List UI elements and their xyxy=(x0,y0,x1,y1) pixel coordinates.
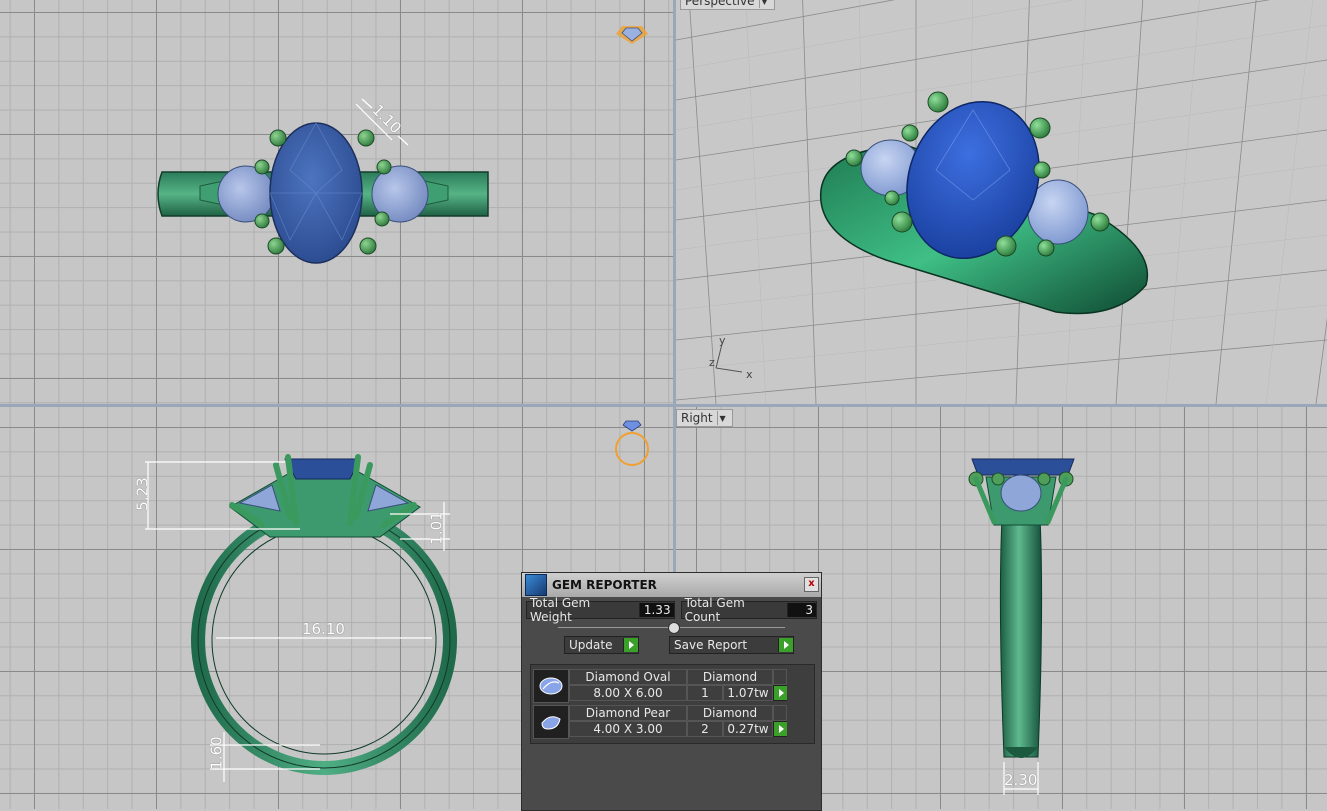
gem-reporter-title: GEM REPORTER xyxy=(552,578,657,592)
dimension-front-height: 5.23 xyxy=(133,477,152,511)
gem-material: Diamond xyxy=(687,669,773,685)
perspective-viewport[interactable]: x y z Perspective ▼ xyxy=(676,0,1327,404)
dimension-front-gap: 1.01 xyxy=(427,511,446,545)
total-gem-weight: Total Gem Weight 1.33 xyxy=(526,596,675,624)
play-icon xyxy=(623,638,638,652)
gem-row-oval[interactable]: Diamond Oval Diamond 8.00 X 6.00 1 1.07t… xyxy=(533,669,812,703)
gem-material: Diamond xyxy=(687,705,773,721)
gem-icon[interactable] xyxy=(616,26,648,44)
dimension-front-shank: 1.60 xyxy=(207,736,226,770)
total-gem-weight-value: 1.33 xyxy=(638,603,674,617)
gem-list: Diamond Oval Diamond 8.00 X 6.00 1 1.07t… xyxy=(530,664,815,744)
save-report-label: Save Report xyxy=(674,638,748,652)
dimension-inner-diameter: 16.10 xyxy=(302,620,345,638)
play-icon[interactable] xyxy=(773,686,787,700)
gem-weight: 1.07tw xyxy=(723,685,773,701)
total-gem-weight-label: Total Gem Weight xyxy=(530,596,591,624)
gem-shape: Diamond Pear xyxy=(569,705,687,721)
perspective-view-ring: x y z xyxy=(676,0,1327,404)
gem-weight: 0.27tw xyxy=(723,721,773,737)
slider-knob[interactable] xyxy=(668,622,680,634)
gem-count: 2 xyxy=(687,721,723,737)
axis-y-label: y xyxy=(719,334,726,347)
oval-gem-icon xyxy=(533,669,569,703)
gem-reporter-logo-icon xyxy=(525,574,547,596)
save-report-button[interactable]: Save Report xyxy=(669,636,794,654)
total-gem-count-value: 3 xyxy=(787,603,816,617)
top-view-ring xyxy=(157,26,648,264)
play-icon[interactable] xyxy=(773,722,787,736)
panel-divider-slider[interactable] xyxy=(558,622,785,634)
gem-reporter-panel: GEM REPORTER x Total Gem Weight 1.33 Tot… xyxy=(521,572,822,811)
dimension-right-shank: 2.30 xyxy=(1004,771,1038,789)
right-label: Right xyxy=(681,411,713,425)
gem-size: 8.00 X 6.00 xyxy=(569,685,687,701)
right-view-menu[interactable]: Right ▼ xyxy=(676,409,733,427)
total-gem-count: Total Gem Count 3 xyxy=(680,596,817,624)
top-viewport[interactable]: 1.10 xyxy=(0,0,673,404)
chevron-down-icon: ▼ xyxy=(716,411,728,425)
gem-row-pear[interactable]: Diamond Pear Diamond 4.00 X 3.00 2 0.27t… xyxy=(533,705,812,739)
close-icon[interactable]: x xyxy=(804,577,819,592)
update-button[interactable]: Update xyxy=(564,636,639,654)
update-button-label: Update xyxy=(569,638,613,652)
gem-reporter-titlebar[interactable]: GEM REPORTER x xyxy=(522,573,821,597)
gem-count: 1 xyxy=(687,685,723,701)
chevron-down-icon: ▼ xyxy=(758,0,770,8)
pear-gem-icon xyxy=(533,705,569,739)
viewport-splitter-horizontal[interactable] xyxy=(0,404,1327,407)
play-icon xyxy=(778,638,793,652)
ring-icon[interactable] xyxy=(615,420,649,466)
perspective-label: Perspective xyxy=(685,0,755,8)
gem-shape: Diamond Oval xyxy=(569,669,687,685)
perspective-view-menu[interactable]: Perspective ▼ xyxy=(680,0,775,10)
axis-z-label: z xyxy=(709,356,715,369)
axis-x-label: x xyxy=(746,368,753,381)
total-gem-count-label: Total Gem Count xyxy=(684,596,745,624)
gem-size: 4.00 X 3.00 xyxy=(569,721,687,737)
